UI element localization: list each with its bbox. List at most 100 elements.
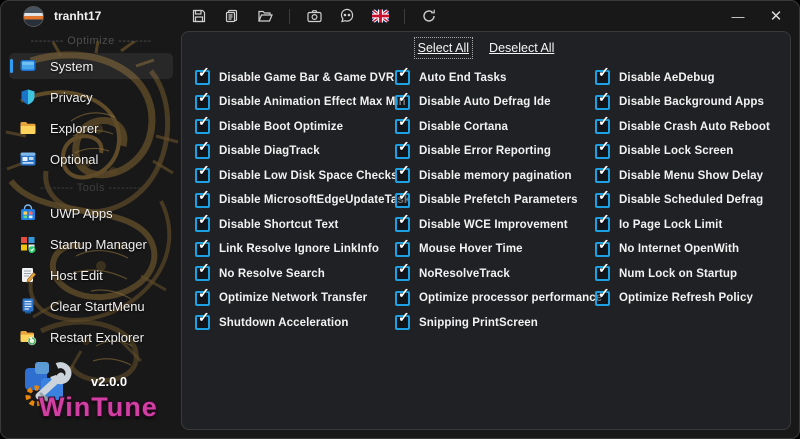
checkbox-checked[interactable]: ✓ — [195, 261, 210, 281]
checkbox-checked[interactable]: ✓ — [395, 261, 410, 281]
checkbox-item[interactable]: ✓ Num Lock on Startup — [595, 261, 790, 281]
checkbox-label: Disable Animation Effect Max Min — [219, 96, 406, 108]
checkbox-item[interactable]: ✓ Disable DiagTrack — [195, 139, 395, 159]
checkbox-checked[interactable]: ✓ — [595, 286, 610, 306]
checkbox-checked[interactable]: ✓ — [395, 114, 410, 134]
checkbox-checked[interactable]: ✓ — [595, 188, 610, 208]
checkbox-item[interactable]: ✓ Disable WCE Improvement — [395, 212, 595, 232]
checkbox-label: Snipping PrintScreen — [419, 316, 538, 329]
checkbox-item[interactable]: ✓ Disable memory pagination — [395, 163, 595, 183]
checkbox-label: Disable AeDebug — [619, 71, 715, 84]
save-button[interactable] — [187, 5, 211, 27]
checkbox-label: Io Page Lock Limit — [619, 218, 723, 231]
checkbox-checked[interactable]: ✓ — [195, 188, 210, 208]
checkbox-checked[interactable]: ✓ — [395, 310, 410, 330]
checkbox-checked[interactable]: ✓ — [595, 212, 610, 232]
sidebar-item-clear-startmenu[interactable]: Clear StartMenu — [9, 293, 173, 319]
checkbox-checked[interactable]: ✓ — [195, 163, 210, 183]
feedback-button[interactable] — [335, 5, 359, 27]
uwp-apps-icon — [19, 204, 37, 222]
checkmark-icon: ✓ — [398, 162, 410, 178]
sidebar-item-restart-explorer[interactable]: Restart Explorer — [9, 324, 173, 350]
checkbox-item[interactable]: ✓ Disable Auto Defrag Ide — [395, 90, 595, 110]
sidebar-item-label: Optional — [50, 151, 99, 167]
sidebar-item-privacy[interactable]: Privacy — [9, 84, 173, 110]
sidebar-item-system[interactable]: System — [9, 53, 173, 79]
sidebar-item-host-edit[interactable]: Host Edit — [9, 262, 173, 288]
checkbox-item[interactable]: ✓ Mouse Hover Time — [395, 237, 595, 257]
checkbox-item[interactable]: ✓ Disable Animation Effect Max Min — [195, 90, 406, 110]
checkbox-item[interactable]: ✓ Disable Error Reporting — [395, 139, 595, 159]
restart-explorer-icon — [19, 328, 37, 346]
checkbox-item[interactable]: ✓ Disable Shortcut Text — [195, 212, 395, 232]
checkbox-item[interactable]: ✓ Disable Scheduled Defrag — [595, 188, 790, 208]
checkbox-checked[interactable]: ✓ — [395, 237, 410, 257]
toolbar-divider — [289, 8, 290, 24]
checkbox-item[interactable]: ✓ Disable Crash Auto Reboot — [595, 114, 790, 134]
checkbox-checked[interactable]: ✓ — [195, 286, 210, 306]
checkbox-checked[interactable]: ✓ — [195, 310, 210, 330]
checkbox-checked[interactable]: ✓ — [195, 212, 210, 232]
save-icon — [191, 8, 207, 24]
checkbox-item[interactable]: ✓ Optimize Refresh Policy — [595, 286, 790, 306]
checkbox-item[interactable]: ✓ Snipping PrintScreen — [395, 310, 595, 330]
sidebar-item-explorer[interactable]: Explorer — [9, 115, 173, 141]
checkbox-checked[interactable]: ✓ — [195, 65, 210, 85]
checkbox-item[interactable]: ✓ Shutdown Acceleration — [195, 310, 395, 330]
checkbox-item[interactable]: ✓ Disable Background Apps — [595, 90, 790, 110]
checkbox-checked[interactable]: ✓ — [595, 237, 610, 257]
checkbox-checked[interactable]: ✓ — [195, 90, 210, 110]
checkmark-icon: ✓ — [398, 137, 410, 154]
select-all-link[interactable]: Select All — [413, 37, 474, 59]
checkbox-checked[interactable]: ✓ — [195, 114, 210, 134]
checkbox-item[interactable]: ✓ Disable MicrosoftEdgeUpdateTask — [195, 188, 410, 208]
checkbox-checked[interactable]: ✓ — [595, 261, 610, 281]
deselect-all-link[interactable]: Deselect All — [489, 41, 554, 55]
checkbox-checked[interactable]: ✓ — [195, 237, 210, 257]
checkbox-item[interactable]: ✓ Io Page Lock Limit — [595, 212, 790, 232]
checkmark-icon: ✓ — [598, 186, 610, 203]
checkbox-checked[interactable]: ✓ — [395, 286, 410, 306]
checkbox-checked[interactable]: ✓ — [395, 139, 410, 159]
open-folder-button[interactable] — [253, 5, 277, 27]
checkbox-item[interactable]: ✓ Disable Cortana — [395, 114, 595, 134]
checkbox-checked[interactable]: ✓ — [595, 90, 610, 110]
checkbox-checked[interactable]: ✓ — [395, 212, 410, 232]
checkmark-icon: ✓ — [398, 284, 410, 301]
checkbox-item[interactable]: ✓ Disable Boot Optimize — [195, 114, 395, 134]
sidebar-item-optional[interactable]: Optional — [9, 146, 173, 172]
close-button[interactable]: ✕ — [757, 1, 795, 31]
refresh-button[interactable] — [417, 5, 441, 27]
screenshot-button[interactable] — [302, 5, 326, 27]
sidebar-item-startup-manager[interactable]: Startup Manager — [9, 231, 173, 257]
checkbox-item[interactable]: ✓ Optimize Network Transfer — [195, 286, 395, 306]
privacy-icon — [19, 88, 37, 106]
checkbox-item[interactable]: ✓ Disable Game Bar & Game DVR — [195, 65, 395, 85]
checkbox-item[interactable]: ✓ Disable AeDebug — [595, 65, 790, 85]
checkbox-checked[interactable]: ✓ — [395, 188, 410, 208]
checkbox-checked[interactable]: ✓ — [395, 163, 410, 183]
checkbox-checked[interactable]: ✓ — [595, 163, 610, 183]
checkbox-item[interactable]: ✓ Disable Low Disk Space Checks — [195, 163, 398, 183]
checkbox-checked[interactable]: ✓ — [195, 139, 210, 159]
checkbox-item[interactable]: ✓ No Internet OpenWith — [595, 237, 790, 257]
language-button[interactable] — [368, 5, 392, 27]
checkbox-checked[interactable]: ✓ — [395, 65, 410, 85]
checkbox-item[interactable]: ✓ Optimize processor performance — [395, 286, 602, 306]
checkbox-item[interactable]: ✓ Disable Prefetch Parameters — [395, 188, 595, 208]
checkbox-checked[interactable]: ✓ — [395, 90, 410, 110]
checkbox-item[interactable]: ✓ Disable Lock Screen — [595, 139, 790, 159]
checkbox-label: NoResolveTrack — [419, 267, 510, 280]
checkbox-item[interactable]: ✓ Auto End Tasks — [395, 65, 595, 85]
checkbox-checked[interactable]: ✓ — [595, 65, 610, 85]
checkbox-checked[interactable]: ✓ — [595, 114, 610, 134]
checkbox-item[interactable]: ✓ Disable Menu Show Delay — [595, 163, 790, 183]
checkbox-label: Num Lock on Startup — [619, 267, 738, 280]
copy-button[interactable] — [220, 5, 244, 27]
minimize-button[interactable]: — — [719, 1, 757, 31]
checkbox-item[interactable]: ✓ Link Resolve Ignore LinkInfo — [195, 237, 395, 257]
sidebar-item-uwp-apps[interactable]: UWP Apps — [9, 200, 173, 226]
checkbox-item[interactable]: ✓ No Resolve Search — [195, 261, 395, 281]
checkbox-item[interactable]: ✓ NoResolveTrack — [395, 261, 595, 281]
checkbox-checked[interactable]: ✓ — [595, 139, 610, 159]
